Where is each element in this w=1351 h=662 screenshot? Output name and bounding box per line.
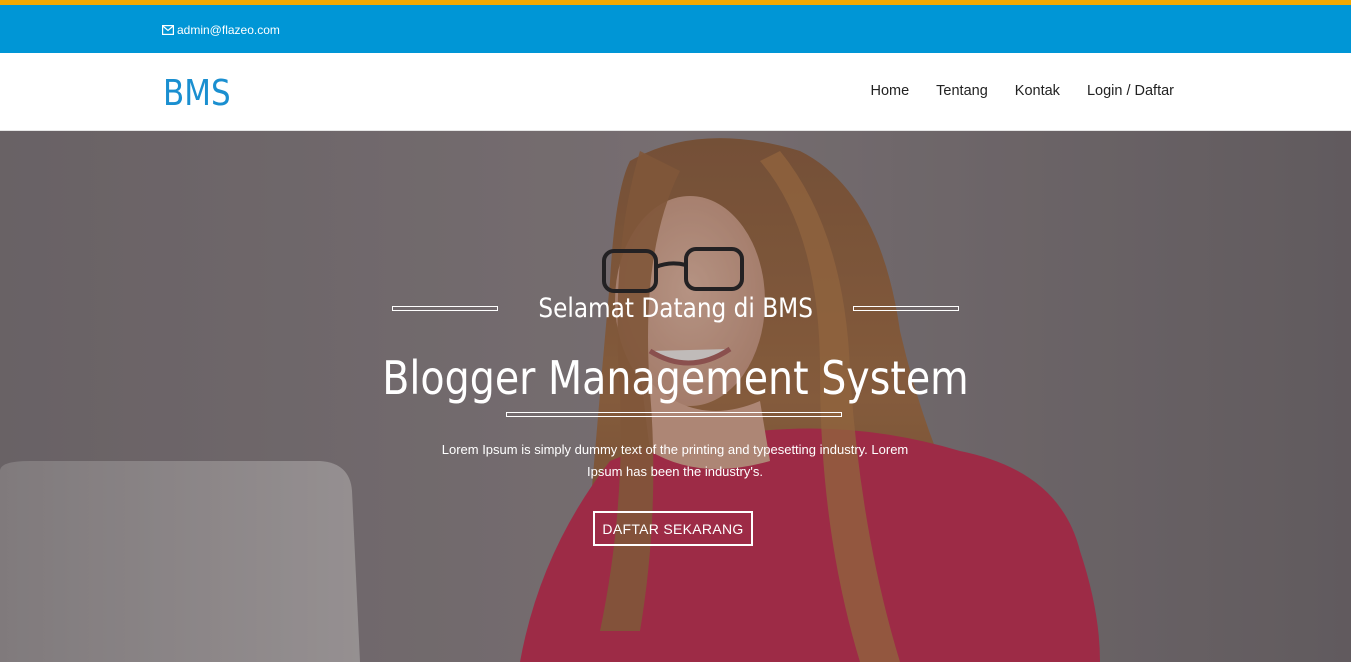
top-info-bar: admin@flazeo.com [0,5,1351,53]
hero-subtitle: Selamat Datang di BMS [538,293,813,324]
contact-email-text: admin@flazeo.com [177,23,280,37]
nav-link-kontak[interactable]: Kontak [1015,83,1060,99]
contact-email[interactable]: admin@flazeo.com [162,23,280,37]
nav-menu: Home Tentang Kontak Login / Daftar [870,83,1174,99]
nav-link-tentang[interactable]: Tentang [936,83,988,99]
nav-link-login-daftar[interactable]: Login / Daftar [1087,83,1174,99]
subtitle-left-divider [391,306,498,311]
subtitle-right-divider [853,306,960,311]
daftar-sekarang-button[interactable]: DAFTAR SEKARANG [593,511,753,546]
hero-title: Blogger Management System [382,351,969,405]
main-navbar: BMS Home Tentang Kontak Login / Daftar [0,53,1351,131]
nav-link-home[interactable]: Home [870,83,909,99]
brand-logo[interactable]: BMS [163,73,231,114]
title-divider [506,412,842,417]
subtitle-row: Selamat Datang di BMS [0,293,1351,324]
envelope-icon [162,25,174,35]
hero-description: Lorem Ipsum is simply dummy text of the … [441,442,909,479]
hero-section: Selamat Datang di BMS Blogger Management… [0,131,1351,662]
